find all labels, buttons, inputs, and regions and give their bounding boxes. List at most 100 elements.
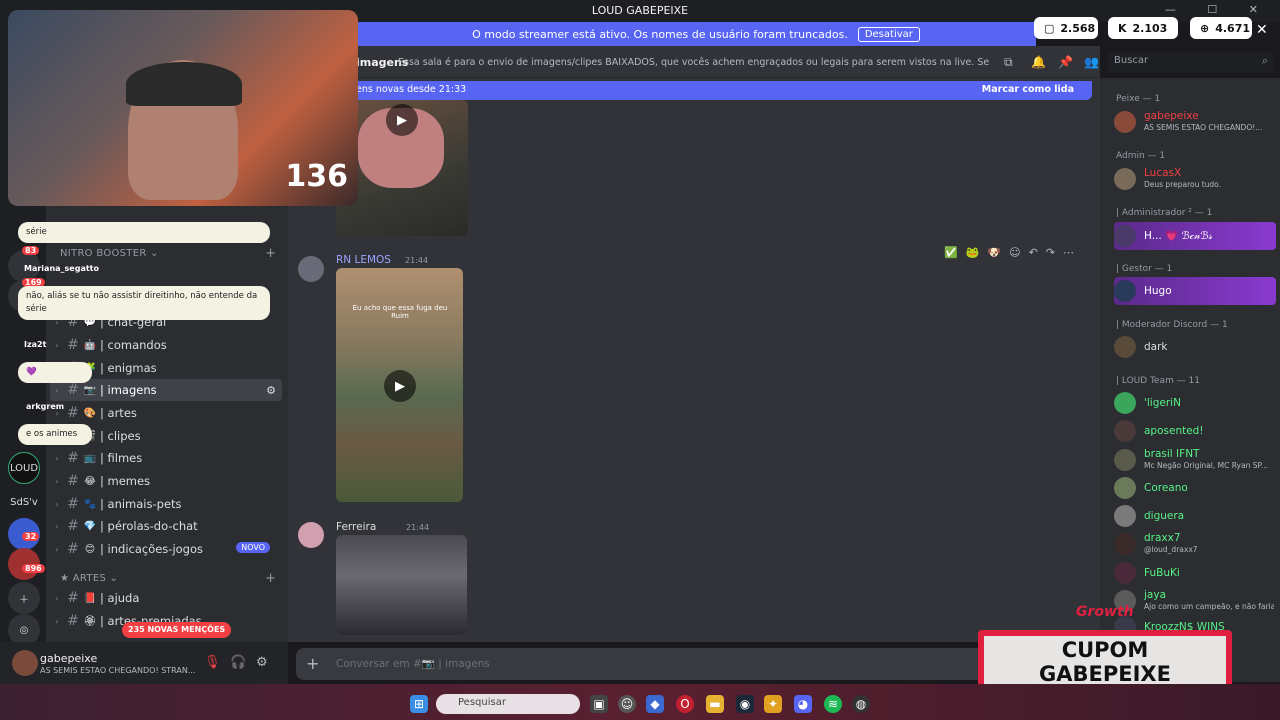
- member-item[interactable]: Coreano: [1114, 474, 1276, 502]
- new-mentions-button[interactable]: 235 NOVAS MENÇÕES: [122, 622, 232, 638]
- channel-item[interactable]: › # 📺 | filmes: [50, 447, 282, 469]
- avatar[interactable]: [298, 256, 324, 282]
- message-author[interactable]: Ferreira: [336, 521, 376, 533]
- user-name[interactable]: gabepeixe: [40, 652, 97, 665]
- disable-streamer-button[interactable]: Desativar: [857, 26, 920, 42]
- hash-icon: #: [67, 518, 79, 534]
- member-item[interactable]: Hugo: [1114, 277, 1276, 305]
- avatar[interactable]: [12, 650, 38, 676]
- mention-badge: 896: [22, 564, 45, 573]
- new-messages-bar[interactable]: ens novas desde 21:33 Marcar como lida: [296, 81, 1092, 100]
- channel-list: NITRO BOOSTER ⌄ + › # 💬 | chat-geral › # 🤖 | c…: [46, 196, 288, 642]
- add-reaction-icon[interactable]: ☺: [1009, 246, 1020, 259]
- user-panel: gabepeixe AS SEMIS ESTAO CHEGANDO! STRAN…: [0, 642, 288, 684]
- mention-badge: 32: [22, 532, 40, 541]
- pin-icon[interactable]: 📌: [1058, 55, 1073, 69]
- message-author[interactable]: RN LEMOS: [336, 254, 391, 266]
- headphones-icon[interactable]: 🎧: [230, 655, 246, 670]
- member-item[interactable]: brasil IFNT Mc Negão Original, MC Ryan SP…: [1114, 446, 1276, 474]
- add-attachment-icon[interactable]: +: [306, 654, 319, 673]
- composer-placeholder: Conversar em #📷 | imagens: [336, 658, 490, 670]
- channel-name: | indicações-jogos: [100, 542, 204, 556]
- avatar: [1114, 420, 1136, 442]
- folder-icon[interactable]: ▬: [706, 695, 724, 713]
- growth-logo: Growth: [1076, 604, 1134, 620]
- channel-item[interactable]: › # 🎨 | artes: [50, 402, 282, 424]
- category-artes[interactable]: ★ ARTES ⌄: [60, 573, 118, 584]
- channel-topic[interactable]: Essa sala é para o envio de imagens/clip…: [398, 57, 990, 68]
- more-icon[interactable]: ⋯: [1063, 246, 1074, 259]
- video-attachment[interactable]: [336, 535, 467, 635]
- channel-item[interactable]: › # 📕 | ajuda: [50, 587, 282, 609]
- bell-icon[interactable]: 🔔: [1031, 55, 1046, 69]
- settings-icon[interactable]: ⚙: [266, 384, 276, 397]
- task-view-icon[interactable]: ▣: [590, 695, 608, 713]
- member-name: diguera: [1144, 509, 1185, 522]
- channel-item[interactable]: › # 🤖 | comandos: [50, 334, 282, 356]
- search-input[interactable]: Buscar ⌕: [1108, 52, 1274, 72]
- hash-icon: #: [67, 382, 79, 398]
- reaction-icon[interactable]: 🐸: [966, 246, 980, 259]
- chat-viewers-counter: ▢ 2.568: [1034, 17, 1098, 39]
- chat-icon: ▢: [1044, 21, 1055, 35]
- member-item[interactable]: 'ligeriN: [1114, 389, 1276, 417]
- avatar[interactable]: [298, 522, 324, 548]
- total-viewers-counter: ⊕ 4.671: [1190, 17, 1252, 39]
- play-icon[interactable]: ▶: [384, 370, 416, 402]
- channel-emoji: 📺: [83, 452, 97, 464]
- opera-icon[interactable]: O: [676, 695, 694, 713]
- taskbar-search[interactable]: Pesquisar: [436, 694, 580, 714]
- hash-icon: #: [67, 450, 79, 466]
- add-channel-icon[interactable]: +: [265, 246, 276, 261]
- category-nitro-booster[interactable]: NITRO BOOSTER ⌄: [60, 248, 159, 259]
- reply-icon[interactable]: ↶: [1029, 246, 1038, 259]
- copilot-icon[interactable]: ◆: [646, 695, 664, 713]
- avatar: [1114, 533, 1136, 555]
- obs-icon[interactable]: ◍: [852, 695, 870, 713]
- channel-item[interactable]: › # 💎 | pérolas-do-chat: [50, 515, 282, 537]
- member-item[interactable]: H... 💗 ℬ𝒸𝓃ℬ𝓈: [1114, 222, 1276, 250]
- forward-icon[interactable]: ↷: [1046, 246, 1055, 259]
- video-attachment[interactable]: Eu acho que essa fuga deu Ruim ▶: [336, 268, 463, 502]
- member-item[interactable]: dark: [1114, 333, 1276, 361]
- loud-server-icon[interactable]: LOUD: [8, 452, 40, 484]
- avatar: [1114, 280, 1136, 302]
- reaction-icon[interactable]: 🐶: [987, 246, 1001, 259]
- member-item[interactable]: aposented!: [1114, 417, 1276, 445]
- overlay-chat-name: Iza2t: [24, 340, 47, 349]
- discord-icon[interactable]: ◕: [794, 695, 812, 713]
- app-icon[interactable]: ✦: [764, 695, 782, 713]
- channel-item[interactable]: › # 😂 | memes: [50, 470, 282, 492]
- member-item[interactable]: FuBuKi: [1114, 559, 1276, 587]
- steam-icon[interactable]: ◉: [736, 695, 754, 713]
- server-label[interactable]: SdS'v: [8, 486, 40, 518]
- mic-muted-icon[interactable]: 🎙: [204, 655, 221, 670]
- member-status: Deus preparou tudo.: [1144, 180, 1222, 189]
- reaction-icon[interactable]: ✅: [944, 246, 958, 259]
- chevron-icon: ›: [55, 499, 59, 509]
- close-icon[interactable]: ✕: [1256, 22, 1268, 38]
- window-controls[interactable]: — ☐ ✕: [1165, 3, 1272, 16]
- overlay-chat-message: não, aliás se tu não assistir direitinho…: [18, 286, 270, 320]
- add-channel-icon[interactable]: +: [265, 571, 276, 586]
- mark-as-read-button[interactable]: Marcar como lida: [982, 84, 1074, 95]
- member-item[interactable]: LucasX Deus preparou tudo.: [1114, 165, 1276, 193]
- windows-start-icon[interactable]: ⊞: [410, 695, 428, 713]
- members-icon[interactable]: 👥: [1084, 55, 1099, 69]
- channel-emoji: 🐾: [83, 498, 97, 510]
- gear-icon[interactable]: ⚙: [256, 655, 268, 670]
- channel-item[interactable]: › # 🐾 | animais-pets: [50, 493, 282, 515]
- spotify-icon[interactable]: ≋: [824, 695, 842, 713]
- channel-emoji: 🏵: [83, 615, 97, 627]
- channel-item[interactable]: › # 😊 | indicações-jogos NOVO: [50, 538, 282, 560]
- play-icon[interactable]: ▶: [386, 104, 418, 136]
- member-item[interactable]: diguera: [1114, 502, 1276, 530]
- channel-name: | artes: [100, 406, 137, 420]
- search-placeholder: Buscar: [1114, 55, 1149, 66]
- member-item[interactable]: draxx7 @loud_draxx7: [1114, 530, 1276, 558]
- app-icon[interactable]: ☺: [618, 695, 636, 713]
- add-server-icon[interactable]: ＋: [8, 582, 40, 614]
- threads-icon[interactable]: ⧉: [1004, 55, 1013, 70]
- member-item[interactable]: jaya Ajo como um campeão, e não faria...: [1114, 587, 1276, 615]
- member-item[interactable]: gabepeixe AS SEMIS ESTAO CHEGANDO!...: [1114, 108, 1276, 136]
